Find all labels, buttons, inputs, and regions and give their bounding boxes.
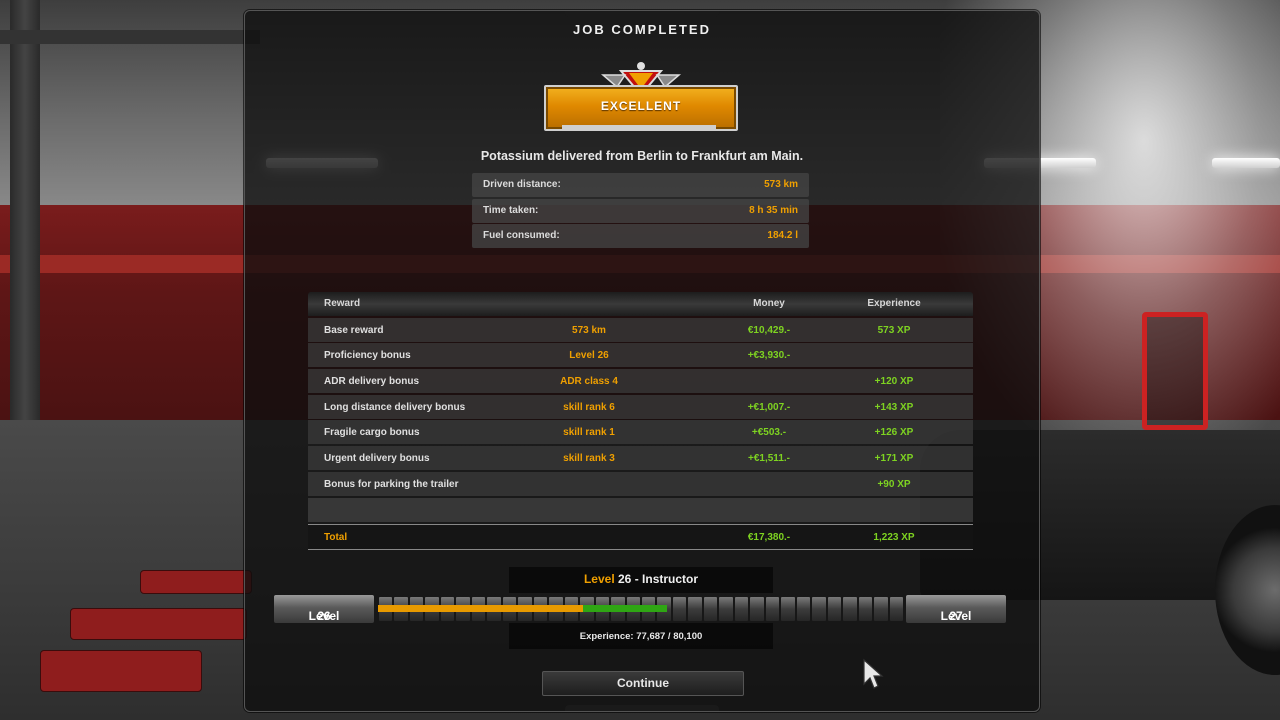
stat-value: 8 h 35 min (749, 204, 798, 216)
stat-label: Time taken: (483, 204, 539, 216)
table-row: Base reward 573 km €10,429.- 573 XP (308, 317, 973, 342)
table-row: Urgent delivery bonus skill rank 3 +€1,5… (308, 446, 973, 471)
mouse-cursor-icon (863, 658, 884, 689)
xp-bar-segment (672, 597, 687, 621)
level-rank: - Instructor (631, 572, 699, 586)
table-row: ADR delivery bonus ADR class 4 +120 XP (308, 369, 973, 394)
xp-bar-segment (827, 597, 842, 621)
reward-name: ADR delivery bonus (324, 376, 420, 388)
xp-bar-segment (734, 597, 749, 621)
level-word: Level (583, 572, 615, 586)
reward-table: Reward Money Experience Base reward 573 … (308, 292, 973, 550)
reward-name: Proficiency bonus (324, 350, 411, 362)
delivery-summary: Potassium delivered from Berlin to Frank… (480, 149, 804, 163)
reward-xp: +120 XP (874, 376, 914, 388)
xp-bar-segment (874, 597, 888, 621)
xp-bar-segment (765, 597, 780, 621)
empty-row (308, 497, 973, 522)
total-row: Total €17,380.- 1,223 XP (308, 523, 973, 550)
header-reward: Reward (324, 298, 361, 309)
stat-time-taken: Time taken: 8 h 35 min (472, 198, 809, 223)
next-level-plate: Level 27 (906, 595, 1006, 623)
next-level-number: 27 (949, 609, 963, 623)
job-completed-dialog: JOB COMPLETED EXCELLENT Potassium delive… (244, 10, 1040, 712)
reward-money: +€1,511.- (748, 453, 790, 465)
stat-fuel-consumed: Fuel consumed: 184.2 l (472, 224, 809, 248)
stat-value: 184.2 l (767, 230, 798, 241)
experience-progress: Level 26 Level 27 (274, 595, 1007, 623)
reward-xp: +126 XP (874, 427, 914, 439)
stat-driven-distance: Driven distance: 573 km (472, 173, 809, 197)
xp-previous-fill (378, 605, 584, 612)
stat-value: 573 km (764, 179, 798, 190)
current-level-plate: Level 26 (274, 595, 374, 623)
reward-xp: 573 XP (877, 324, 911, 336)
reward-name: Bonus for parking the trailer (324, 478, 459, 490)
reward-detail: ADR class 4 (560, 376, 618, 388)
experience-text: Experience: 77,687 / 80,100 (579, 631, 703, 642)
reward-name: Fragile cargo bonus (324, 427, 420, 439)
reward-name: Base reward (324, 324, 384, 336)
total-money: €17,380.- (747, 531, 791, 543)
table-row: Long distance delivery bonus skill rank … (308, 394, 973, 419)
reward-detail: skill rank 6 (563, 401, 615, 413)
table-row: Proficiency bonus Level 26 +€3,930.- (308, 343, 973, 368)
reward-xp: +143 XP (874, 401, 914, 413)
reward-xp: +171 XP (874, 453, 914, 465)
header-money: Money (753, 298, 785, 309)
table-row: Bonus for parking the trailer +90 XP (308, 471, 973, 496)
experience-text-box: Experience: 77,687 / 80,100 (509, 623, 773, 649)
table-row: Fragile cargo bonus skill rank 1 +€503.-… (308, 420, 973, 445)
reward-table-header: Reward Money Experience (308, 292, 973, 316)
reward-detail: 573 km (572, 324, 606, 336)
level-current: 26 (618, 572, 632, 586)
continue-button[interactable]: Continue (542, 671, 744, 696)
xp-bar-segment (889, 597, 903, 621)
xp-bar-segment (781, 597, 795, 621)
reward-detail: skill rank 3 (563, 453, 615, 465)
header-experience: Experience (867, 298, 921, 309)
xp-progress-bar (378, 597, 904, 621)
reward-name: Long distance delivery bonus (324, 401, 466, 413)
xp-bar-segment (750, 597, 764, 621)
total-xp: 1,223 XP (873, 531, 915, 543)
dialog-title: JOB COMPLETED (573, 22, 711, 37)
xp-bar-segment (812, 597, 826, 621)
reward-name: Urgent delivery bonus (324, 453, 430, 465)
xp-bar-segment (688, 597, 702, 621)
excellent-badge: EXCELLENT (544, 61, 738, 135)
xp-bar-segment (719, 597, 733, 621)
stat-label: Driven distance: (483, 179, 561, 190)
level-title-box: Level 26 - Instructor (509, 567, 773, 593)
current-level-number: 26 (317, 609, 331, 623)
xp-gained-fill (583, 605, 668, 612)
xp-bar-segment (843, 597, 857, 621)
reward-detail: skill rank 1 (563, 427, 615, 439)
total-label: Total (324, 531, 348, 543)
reward-detail: Level 26 (569, 350, 609, 362)
level-title: Level 26 - Instructor (509, 572, 773, 586)
job-stats: Driven distance: 573 km Time taken: 8 h … (472, 173, 809, 250)
xp-bar-segment (703, 597, 718, 621)
stat-label: Fuel consumed: (483, 230, 560, 241)
xp-bar-segment (858, 597, 873, 621)
xp-bar-segment (796, 597, 811, 621)
reward-money: €10,429.- (747, 324, 791, 336)
reward-money: +€503.- (751, 427, 787, 439)
reward-xp: +90 XP (877, 478, 911, 490)
reward-money: +€1,007.- (747, 401, 791, 413)
reward-money: +€3,930.- (747, 350, 791, 362)
rating-label: EXCELLENT (600, 99, 682, 113)
